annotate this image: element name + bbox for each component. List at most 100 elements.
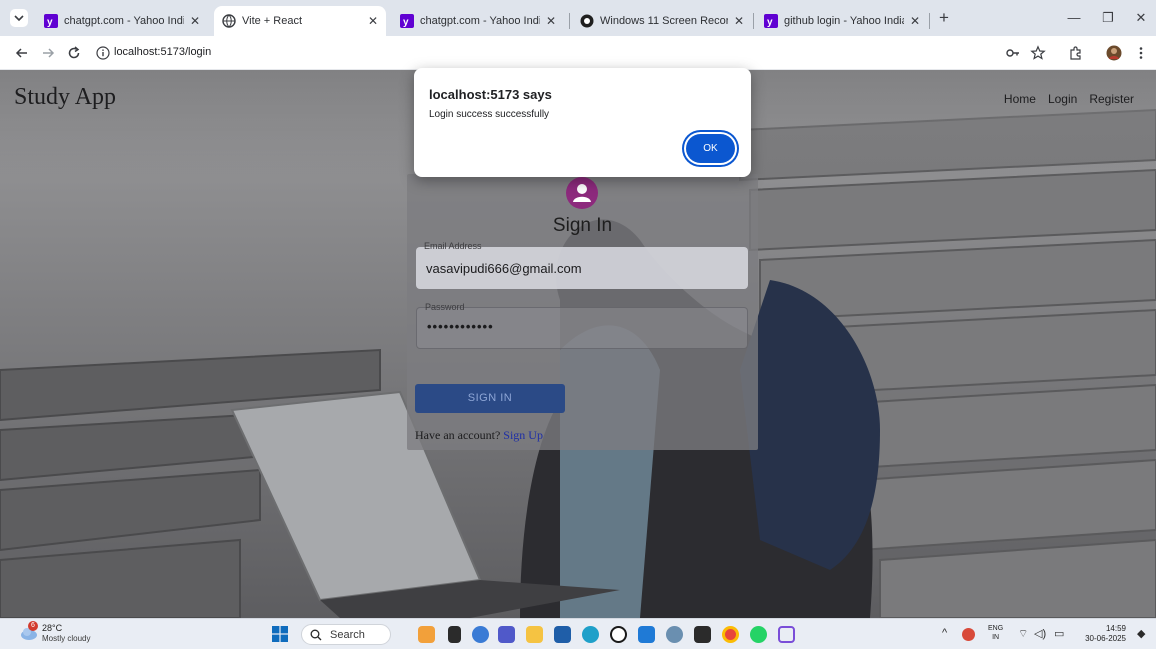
command-prompt-icon[interactable] xyxy=(694,626,711,643)
alert-dialog-message: Login success successfully xyxy=(429,109,550,120)
menu-kebab-icon[interactable] xyxy=(1133,45,1149,61)
search-icon xyxy=(310,629,322,641)
windows-start-icon[interactable] xyxy=(272,626,288,642)
settings-gear-icon[interactable] xyxy=(666,626,683,643)
password-field-label: Password xyxy=(425,302,465,312)
yahoo-icon: y xyxy=(400,14,414,28)
tab-screen-recording[interactable]: Windows 11 Screen Recording ✕ xyxy=(572,6,752,36)
record-icon xyxy=(580,14,594,28)
top-nav: Home Login Register xyxy=(1004,92,1134,106)
weather-condition[interactable]: Mostly cloudy xyxy=(42,634,90,643)
paint-app-icon[interactable] xyxy=(418,626,435,643)
tab-close-icon[interactable]: ✕ xyxy=(546,14,556,28)
tab-github-login-yahoo[interactable]: y github login - Yahoo India Sear ✕ xyxy=(756,6,928,36)
git-app-icon[interactable] xyxy=(778,626,795,643)
weather-temperature[interactable]: 28°C xyxy=(42,623,62,633)
chrome-app-icon[interactable] xyxy=(722,626,739,643)
tab-title: chatgpt.com - Yahoo India Sear xyxy=(64,15,184,27)
teams-app-icon[interactable] xyxy=(498,626,515,643)
browser-toolbar: localhost:5173/login xyxy=(0,36,1156,70)
vscode-app-icon[interactable] xyxy=(638,626,655,643)
language-code: ENG xyxy=(988,625,1004,632)
signup-prompt: Have an account? Sign Up xyxy=(415,428,543,443)
new-tab-plus-icon[interactable]: + xyxy=(934,8,954,28)
email-field-label: Email Address xyxy=(424,241,482,251)
password-field-value[interactable]: •••••••••••• xyxy=(427,319,494,334)
nav-link-login[interactable]: Login xyxy=(1048,92,1077,106)
bookmark-star-icon[interactable] xyxy=(1030,45,1046,61)
region-code: IN xyxy=(992,634,1000,641)
email-field[interactable]: Email Address vasavipudi666@gmail.com xyxy=(416,241,748,289)
alert-dialog-title: localhost:5173 says xyxy=(429,87,552,102)
browser-tab-bar: y chatgpt.com - Yahoo India Sear ✕ Vite … xyxy=(0,0,1156,36)
password-key-icon[interactable] xyxy=(1005,45,1021,61)
copilot-app-icon[interactable] xyxy=(472,626,489,643)
reload-icon[interactable] xyxy=(66,45,82,61)
sign-in-card: Sign In Email Address vasavipudi666@gmai… xyxy=(407,174,758,450)
tab-close-icon[interactable]: ✕ xyxy=(368,14,378,28)
tab-title: Vite + React xyxy=(242,15,303,27)
address-bar-url[interactable]: localhost:5173/login xyxy=(114,46,211,58)
tab-title: github login - Yahoo India Sear xyxy=(784,15,904,27)
forward-arrow-icon[interactable] xyxy=(40,45,56,61)
tab-separator xyxy=(929,13,930,29)
site-info-icon[interactable] xyxy=(96,46,110,60)
svg-text:y: y xyxy=(767,17,773,28)
tab-close-icon[interactable]: ✕ xyxy=(910,14,920,28)
store-app-icon[interactable] xyxy=(554,626,571,643)
tab-close-icon[interactable]: ✕ xyxy=(734,14,744,28)
battery-icon[interactable]: ▭ xyxy=(1054,627,1064,640)
account-prompt-text: Have an account? xyxy=(415,428,501,442)
tab-chatgpt-yahoo-1[interactable]: y chatgpt.com - Yahoo India Sear ✕ xyxy=(36,6,208,36)
svg-text:y: y xyxy=(403,17,409,28)
alert-dialog: localhost:5173 says Login success succes… xyxy=(414,68,751,177)
user-icon xyxy=(573,184,591,202)
clock-date: 30-06-2025 xyxy=(1085,634,1126,643)
tab-separator xyxy=(569,13,570,29)
volume-icon[interactable]: ◁) xyxy=(1034,627,1046,640)
wifi-icon[interactable]: ⌔ xyxy=(1018,627,1028,641)
terminal-app-icon[interactable] xyxy=(448,626,461,643)
clock-time: 14:59 xyxy=(1105,624,1126,633)
whatsapp-app-icon[interactable] xyxy=(750,626,767,643)
tab-search-dropdown-icon[interactable] xyxy=(10,9,28,27)
taskbar-search[interactable]: Search xyxy=(301,624,391,645)
tray-app-icon[interactable] xyxy=(962,628,975,641)
input-language-indicator[interactable]: ENG IN xyxy=(988,624,1003,642)
nav-link-register[interactable]: Register xyxy=(1089,92,1134,106)
edge-browser-icon[interactable] xyxy=(582,626,599,643)
svg-text:y: y xyxy=(47,17,53,28)
extensions-puzzle-icon[interactable] xyxy=(1068,45,1084,61)
file-explorer-icon[interactable] xyxy=(526,626,543,643)
restore-icon[interactable]: ❐ xyxy=(1097,8,1119,28)
profile-avatar-icon[interactable] xyxy=(1106,45,1122,61)
nav-link-home[interactable]: Home xyxy=(1004,92,1036,106)
sign-in-button[interactable]: SIGN IN xyxy=(415,384,565,413)
yahoo-icon: y xyxy=(764,14,778,28)
email-field-value[interactable]: vasavipudi666@gmail.com xyxy=(426,261,582,276)
yahoo-icon: y xyxy=(44,14,58,28)
search-label: Search xyxy=(330,629,365,641)
sign-up-link[interactable]: Sign Up xyxy=(503,428,543,442)
weather-alert-badge: 6 xyxy=(28,621,38,631)
dell-app-icon[interactable] xyxy=(610,626,627,643)
minimize-icon[interactable]: — xyxy=(1063,8,1085,28)
password-field[interactable]: Password •••••••••••• xyxy=(416,302,748,349)
globe-icon xyxy=(222,14,236,28)
tab-title: chatgpt.com - Yahoo India Sear xyxy=(420,15,540,27)
app-brand-title[interactable]: Study App xyxy=(14,84,116,111)
tab-title: Windows 11 Screen Recording xyxy=(600,15,728,27)
notification-bell-icon[interactable]: ◆ xyxy=(1137,627,1145,640)
tab-vite-react[interactable]: Vite + React ✕ xyxy=(214,6,386,36)
tab-chatgpt-yahoo-2[interactable]: y chatgpt.com - Yahoo India Sear ✕ xyxy=(392,6,564,36)
system-clock[interactable]: 14:59 30-06-2025 xyxy=(1080,624,1126,644)
back-arrow-icon[interactable] xyxy=(14,45,30,61)
sign-in-heading: Sign In xyxy=(552,215,613,236)
show-hidden-icons-chevron-icon[interactable]: ^ xyxy=(942,627,947,639)
ok-button[interactable]: OK xyxy=(686,134,735,163)
tab-separator xyxy=(753,13,754,29)
avatar xyxy=(566,177,598,209)
close-window-icon[interactable]: ✕ xyxy=(1130,8,1152,28)
windows-taskbar: 6 28°C Mostly cloudy Search ^ ENG IN ⌔ ◁… xyxy=(0,618,1156,649)
tab-close-icon[interactable]: ✕ xyxy=(190,14,200,28)
